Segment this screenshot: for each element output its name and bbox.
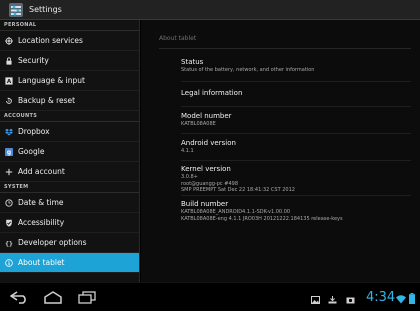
sidebar-item-label: Accessibility [18,218,65,227]
sidebar-item-label: Developer options [18,238,87,247]
sidebar-item-dropbox[interactable]: Dropbox [0,122,139,142]
about-tablet-panel: About tablet Status Status of the batter… [141,20,420,282]
wifi-icon [396,295,406,304]
camera-notification-icon[interactable] [346,296,355,304]
pref-kernel-version: Kernel version 3.0.8+ root@guangg-pc #49… [181,165,411,194]
dropbox-icon [5,128,13,136]
action-bar: Settings [0,0,420,20]
backup-icon [6,96,12,104]
pref-build-number[interactable]: Build number KATBL08A08E_ANDROID4.1.1-SD… [181,200,411,222]
image-notification-icon[interactable] [311,296,320,304]
sidebar-item-backup-reset[interactable]: Backup & reset [0,91,139,111]
sidebar-item-label: Add account [18,167,65,176]
pref-title: Build number [181,200,229,208]
location-icon [5,36,13,45]
sidebar-item-label: Date & time [18,198,64,207]
sidebar-item-label: About tablet [18,258,65,267]
pref-title: Kernel version [181,165,231,173]
accessibility-icon [6,219,12,227]
content-heading: About tablet [159,35,197,42]
battery-icon [409,293,415,304]
sidebar-item-date-time[interactable]: Date & time [0,193,139,213]
recent-apps-icon[interactable] [77,291,97,304]
clock-icon [5,198,13,207]
settings-sidebar: PERSONAL Location services Security A La… [0,20,140,282]
svg-text:{}: {} [5,239,13,247]
actionbar-title: Settings [29,5,62,14]
svg-text:g: g [7,149,11,156]
sidebar-item-language-input[interactable]: A Language & input [0,71,139,91]
section-header-accounts: ACCOUNTS [0,111,139,122]
section-header-system: SYSTEM [0,182,139,193]
sidebar-item-add-account[interactable]: Add account [0,162,139,182]
download-notification-icon[interactable] [328,296,337,304]
back-icon[interactable] [10,291,30,304]
sidebar-item-label: Google [18,147,45,156]
pref-divider [181,133,411,134]
lock-icon [6,56,12,65]
system-bar: 4:34 [0,282,420,311]
pref-divider [181,81,411,82]
sidebar-item-label: Security [18,56,49,65]
pref-model-number: Model number KATBL08A08E [181,112,411,128]
sidebar-item-label: Location services [18,36,83,45]
section-header-personal: PERSONAL [0,20,139,31]
pref-legal-information[interactable]: Legal information [181,89,411,98]
pref-divider [181,160,411,161]
sidebar-item-about-tablet[interactable]: About tablet [0,253,139,273]
pref-status[interactable]: Status Status of the battery, network, a… [181,58,411,74]
settings-app-icon[interactable] [8,2,24,18]
braces-icon: {} [5,239,13,247]
sidebar-item-label: Dropbox [18,127,50,136]
svg-text:A: A [7,79,12,85]
pref-title: Model number [181,112,232,120]
heading-divider [159,48,411,49]
info-icon [5,258,13,267]
pref-summary: 4.1.1 [181,148,194,154]
status-clock: 4:34 [366,290,396,305]
plus-icon [5,168,13,175]
pref-summary-line: SMP PREEMPT Sat Dec 22 18:41:32 CST 2012 [181,187,295,193]
language-icon: A [5,76,13,85]
google-icon: g [5,147,13,156]
sidebar-item-location-services[interactable]: Location services [0,31,139,51]
sidebar-item-label: Backup & reset [18,96,76,105]
home-icon[interactable] [43,291,63,304]
pref-summary: KATBL08A08E [181,121,216,127]
sidebar-item-google[interactable]: g Google [0,142,139,162]
pref-summary: Status of the battery, network, and othe… [181,67,315,73]
sidebar-item-security[interactable]: Security [0,51,139,71]
sidebar-item-accessibility[interactable]: Accessibility [0,213,139,233]
pref-divider [181,195,411,196]
sidebar-item-developer-options[interactable]: {} Developer options [0,233,139,253]
sidebar-item-label: Language & input [18,76,85,85]
pref-summary-line: KATBL08A08E-eng 4.1.1 JRO03H 20121222.18… [181,215,343,222]
pref-title: Legal information [181,89,243,97]
pref-divider [181,106,411,107]
pref-android-version[interactable]: Android version 4.1.1 [181,139,411,155]
pref-title: Android version [181,139,236,147]
pref-title: Status [181,58,204,66]
